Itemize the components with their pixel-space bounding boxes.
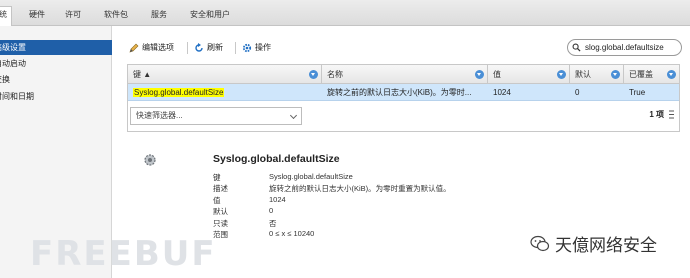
item-count: 1 项 — [649, 109, 675, 120]
detail-value: Syslog.global.defaultSize — [269, 172, 353, 181]
detail-label: 默认 — [213, 207, 228, 216]
highlighted-key: Syslog.global.defaultSize — [133, 88, 225, 97]
top-tab-bar: 系统 硬件 许可 软件包 服务 安全和用户 — [0, 0, 690, 27]
detail-value: 否 — [269, 219, 277, 228]
pencil-icon — [129, 43, 139, 53]
sidebar-item-label: 时间和日期 — [0, 92, 34, 101]
grid-menu-icon[interactable] — [668, 110, 675, 119]
detail-value: 旋转之前的默认日志大小(KiB)。为零时重置为默认值。 — [269, 184, 451, 193]
sidebar-item-time-date[interactable]: 时间和日期 — [0, 89, 112, 104]
wechat-watermark-label: 天億网络安全 — [555, 236, 657, 256]
column-header-label: 已覆盖 — [629, 70, 653, 79]
tab-licensing[interactable]: 许可 — [65, 7, 81, 23]
sidebar-item-label: 高级设置 — [0, 43, 26, 52]
toolbar-divider — [235, 42, 236, 54]
item-count-label: 1 项 — [649, 110, 664, 119]
tab-security-users[interactable]: 安全和用户 — [190, 7, 230, 23]
tab-packages[interactable]: 软件包 — [104, 7, 128, 23]
search-box[interactable] — [567, 39, 682, 56]
column-header-label: 名称 — [327, 70, 343, 79]
refresh-button[interactable]: 刷新 — [194, 42, 223, 54]
column-menu-icon[interactable] — [611, 70, 620, 79]
column-header-label: 键 ▲ — [133, 70, 152, 79]
toolbar-divider — [187, 42, 188, 54]
detail-label: 只读 — [213, 219, 228, 228]
wechat-watermark: 天億网络安全 — [530, 231, 657, 256]
column-header-name[interactable]: 名称 — [322, 65, 488, 84]
refresh-label: 刷新 — [207, 43, 223, 52]
detail-label: 值 — [213, 196, 221, 205]
settings-grid: 键 ▲ 名称 值 默认 已覆盖 Syslog.global.defaultSiz… — [127, 64, 680, 132]
edit-options-button[interactable]: 编辑选项 — [129, 42, 174, 54]
column-header-value[interactable]: 值 — [488, 65, 570, 84]
column-menu-icon[interactable] — [475, 70, 484, 79]
sidebar-item-label: 自动启动 — [0, 59, 26, 68]
column-menu-icon[interactable] — [557, 70, 566, 79]
detail-label: 描述 — [213, 184, 228, 193]
column-header-default[interactable]: 默认 — [570, 65, 624, 84]
chevron-down-icon — [289, 111, 298, 120]
tab-services[interactable]: 服务 — [151, 7, 167, 23]
column-menu-icon[interactable] — [667, 70, 676, 79]
cell-overridden: True — [629, 88, 646, 97]
column-menu-icon[interactable] — [309, 70, 318, 79]
wechat-icon — [530, 235, 550, 251]
column-header-key[interactable]: 键 ▲ — [128, 65, 322, 84]
grid-header: 键 ▲ 名称 值 默认 已覆盖 — [128, 65, 679, 84]
cell-default: 0 — [575, 88, 580, 97]
detail-value: 0 ≤ x ≤ 10240 — [269, 229, 315, 238]
column-header-overridden[interactable]: 已覆盖 — [624, 65, 679, 84]
actions-button[interactable]: 操作 — [242, 42, 271, 54]
tab-system[interactable]: 系统 — [0, 6, 12, 27]
freebuf-watermark: FREEBUF — [30, 234, 217, 274]
settings-gear-icon — [143, 153, 157, 167]
column-header-label: 默认 — [575, 70, 591, 79]
cell-name: 旋转之前的默认日志大小(KiB)。为零时... — [327, 88, 472, 97]
actions-label: 操作 — [255, 43, 271, 52]
gear-icon — [242, 43, 252, 53]
search-icon — [572, 43, 582, 53]
detail-value: 0 — [269, 206, 274, 215]
quick-filter-dropdown[interactable]: 快速筛选器... — [130, 107, 302, 125]
detail-value: 1024 — [269, 195, 286, 204]
sidebar-item-autostart[interactable]: 自动启动 — [0, 56, 112, 71]
search-input[interactable] — [585, 43, 681, 52]
quick-filter-placeholder: 快速筛选器... — [136, 111, 183, 120]
column-header-label: 值 — [493, 70, 501, 79]
sidebar-item-label: 交换 — [0, 75, 10, 84]
detail-title: Syslog.global.defaultSize — [213, 153, 340, 165]
cell-value: 1024 — [493, 88, 511, 97]
sidebar-item-advanced-settings[interactable]: 高级设置 — [0, 40, 112, 55]
table-row[interactable]: Syslog.global.defaultSize 旋转之前的默认日志大小(Ki… — [128, 84, 679, 101]
cell-key: Syslog.global.defaultSize — [128, 84, 322, 101]
refresh-icon — [194, 43, 204, 53]
detail-label: 键 — [213, 173, 221, 182]
sidebar-item-swap[interactable]: 交换 — [0, 72, 112, 87]
edit-options-label: 编辑选项 — [142, 43, 174, 52]
tab-hardware[interactable]: 硬件 — [29, 7, 45, 23]
